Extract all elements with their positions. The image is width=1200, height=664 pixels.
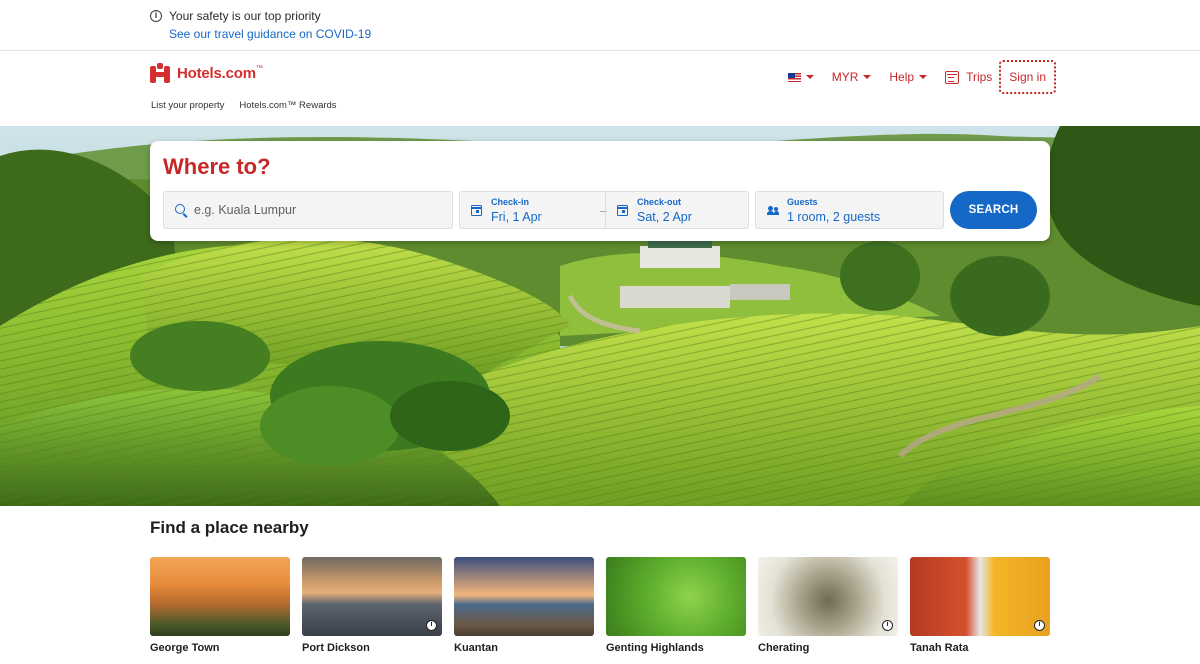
nearby-places-list: George Town i Port Dickson Kuantan Genti… <box>150 557 1050 654</box>
logo-text: Hotels.com <box>177 64 256 82</box>
help-label: Help <box>889 70 915 84</box>
malaysia-flag-icon <box>787 72 801 82</box>
list-property-link[interactable]: List your property <box>151 100 224 111</box>
language-selector[interactable] <box>787 72 814 82</box>
place-card-kuantan[interactable]: Kuantan <box>454 557 594 654</box>
place-name: Port Dickson <box>302 642 370 654</box>
date-picker[interactable]: Check-in Fri, 1 Apr → Check-out Sat, 2 A… <box>459 191 749 229</box>
site-header: Hotels.com™ List your property Hotels.co… <box>0 51 1200 126</box>
place-image: i <box>302 557 442 636</box>
people-icon <box>767 206 779 215</box>
place-image: i <box>758 557 898 636</box>
rewards-link[interactable]: Hotels.com™ Rewards <box>239 100 336 111</box>
checkin-field[interactable]: Check-in Fri, 1 Apr → <box>460 192 609 228</box>
place-card-cherating[interactable]: i Cherating <box>758 557 898 654</box>
search-button[interactable]: SEARCH <box>950 191 1037 229</box>
safety-title: Your safety is our top priority <box>169 9 321 23</box>
hotels-logo-icon <box>150 63 170 83</box>
guests-field[interactable]: Guests 1 room, 2 guests <box>755 191 944 229</box>
search-icon <box>175 204 185 214</box>
sign-in-button[interactable]: Sign in <box>999 60 1056 94</box>
search-form: Where to? Check-in Fri, 1 Apr → Check-ou… <box>150 141 1050 241</box>
currency-label: MYR <box>831 70 859 84</box>
place-name: Kuantan <box>454 642 498 654</box>
top-navigation: MYR Help Trips Sign in <box>770 60 1056 94</box>
place-image <box>606 557 746 636</box>
place-card-port-dickson[interactable]: i Port Dickson <box>302 557 442 654</box>
chevron-down-icon <box>805 75 814 79</box>
checkout-field[interactable]: Check-out Sat, 2 Apr <box>605 192 749 228</box>
destination-field[interactable] <box>163 191 453 229</box>
place-card-genting-highlands[interactable]: Genting Highlands <box>606 557 746 654</box>
checkout-value: Sat, 2 Apr <box>637 210 692 224</box>
info-icon: i <box>150 10 162 22</box>
place-image <box>150 557 290 636</box>
place-card-tanah-rata[interactable]: i Tanah Rata <box>910 557 1050 654</box>
logo-trademark: ™ <box>255 64 263 72</box>
help-menu[interactable]: Help <box>889 70 928 84</box>
checkin-value: Fri, 1 Apr <box>491 210 542 224</box>
place-name: Genting Highlands <box>606 642 704 654</box>
info-icon[interactable]: i <box>1034 620 1045 631</box>
place-name: George Town <box>150 642 220 654</box>
checkout-label: Check-out <box>637 197 682 207</box>
destination-input[interactable] <box>194 200 444 220</box>
calendar-icon <box>617 205 628 216</box>
trips-link[interactable]: Trips <box>945 70 992 84</box>
trips-icon <box>945 70 960 84</box>
info-icon[interactable]: i <box>882 620 893 631</box>
safety-banner: i Your safety is our top priority See ou… <box>0 0 1200 51</box>
nearby-title: Find a place nearby <box>150 518 309 537</box>
guests-label: Guests <box>787 197 818 207</box>
hotels-logo[interactable]: Hotels.com™ <box>150 63 263 83</box>
place-card-george-town[interactable]: George Town <box>150 557 290 654</box>
place-name: Tanah Rata <box>910 642 969 654</box>
search-heading: Where to? <box>163 154 271 179</box>
place-image: i <box>910 557 1050 636</box>
place-name: Cherating <box>758 642 810 654</box>
chevron-down-icon <box>863 75 872 79</box>
place-image <box>454 557 594 636</box>
covid-guidance-link[interactable]: See our travel guidance on COVID-19 <box>169 27 371 41</box>
chevron-down-icon <box>919 75 928 79</box>
guests-value: 1 room, 2 guests <box>787 210 881 224</box>
currency-selector[interactable]: MYR <box>832 70 872 84</box>
sub-navigation: List your property Hotels.com™ Rewards <box>151 100 337 111</box>
trips-label: Trips <box>966 70 993 84</box>
info-icon[interactable]: i <box>426 620 437 631</box>
checkin-label: Check-in <box>491 197 530 207</box>
sign-in-label: Sign in <box>1009 70 1046 84</box>
calendar-icon <box>471 205 482 216</box>
